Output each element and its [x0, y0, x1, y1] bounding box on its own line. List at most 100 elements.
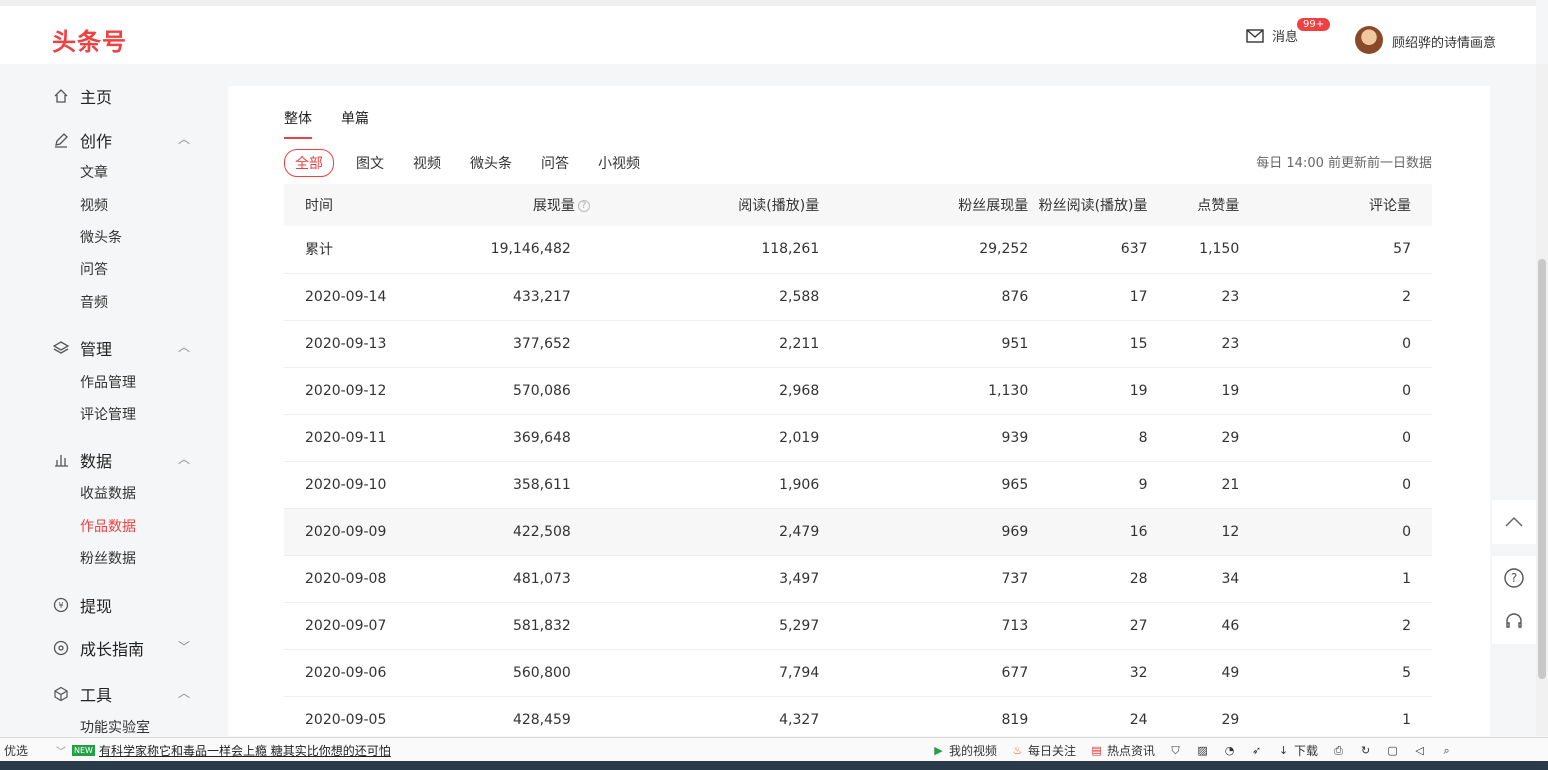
- table-cell: 34: [1147, 555, 1240, 603]
- print-icon[interactable]: ⎙: [1332, 744, 1345, 757]
- news-link[interactable]: 有科学家称它和毒品一样会上瘾 糖其实比你想的还可怕: [99, 742, 391, 759]
- speed-icon[interactable]: ◔: [1223, 744, 1236, 757]
- table-cell: 16: [1028, 508, 1148, 556]
- volume-icon[interactable]: ◁: [1413, 744, 1426, 757]
- sidebar-label: 成长指南: [80, 640, 145, 659]
- table-cell: 2,019: [589, 414, 820, 462]
- tab-single[interactable]: 单篇: [341, 108, 369, 139]
- table-cell: 49: [1147, 649, 1240, 697]
- table-cell: 9: [1028, 461, 1148, 509]
- refresh-icon[interactable]: ↻: [1359, 744, 1372, 757]
- sidebar-item-home[interactable]: 主页: [52, 84, 192, 108]
- table-cell: 1,906: [589, 461, 820, 509]
- browser-status-bar: 优选 ﹀ NEW 有科学家称它和毒品一样会上瘾 糖其实比你想的还可怕 ▶ 我的视频…: [0, 737, 1548, 761]
- sidebar-item-growth[interactable]: 成长指南 ﹀: [52, 636, 192, 660]
- my-video-button[interactable]: ▶ 我的视频: [932, 742, 997, 759]
- new-badge: NEW: [72, 745, 95, 756]
- my-video-label: 我的视频: [949, 744, 998, 758]
- avatar[interactable]: [1355, 26, 1383, 54]
- sidebar-item-manage[interactable]: 管理 ︿: [52, 336, 192, 360]
- col-comments: 评论量: [1239, 184, 1432, 226]
- table-header-row: 时间 展现量? 阅读(播放)量 粉丝展现量 粉丝阅读(播放)量 点赞量 评论量: [284, 184, 1432, 226]
- help-icon[interactable]: ?: [577, 200, 590, 212]
- logo[interactable]: 头条号: [52, 22, 127, 57]
- col-reads: 阅读(播放)量: [589, 184, 820, 226]
- table-row: 2020-09-06 560,800 7,794 677 32 49 5: [284, 649, 1432, 697]
- username[interactable]: 顾绍骅的诗情画意: [1392, 32, 1496, 51]
- table-cell: 5: [1239, 649, 1432, 697]
- tab-qa[interactable]: 问答: [541, 153, 569, 173]
- news-ticker[interactable]: ﹀ NEW 有科学家称它和毒品一样会上瘾 糖其实比你想的还可怕: [56, 742, 391, 759]
- back-to-top-button[interactable]: [1492, 500, 1536, 544]
- table-cell: 369,648: [436, 414, 590, 462]
- primary-tabs: 整体 单篇: [284, 108, 369, 139]
- messages-button[interactable]: 消息: [1246, 26, 1298, 45]
- sidebar-item-video[interactable]: 视频: [80, 195, 108, 215]
- question-icon[interactable]: ?: [1503, 567, 1525, 589]
- table-cell: 2: [1239, 602, 1432, 650]
- table-cell: 677: [819, 649, 1029, 697]
- sidebar-item-revenue-data[interactable]: 收益数据: [80, 483, 136, 503]
- table-cell: 2: [1239, 273, 1432, 321]
- coin-icon: ¥: [52, 596, 70, 614]
- image-icon[interactable]: ▨: [1196, 744, 1209, 757]
- hot-news-button[interactable]: ▤ 热点资讯: [1090, 742, 1155, 759]
- table-cell: 27: [1028, 602, 1148, 650]
- mail-icon: [1246, 28, 1264, 43]
- page-scrollbar[interactable]: [1536, 64, 1548, 736]
- table-cell: 2020-09-09: [284, 508, 437, 556]
- col-likes: 点赞量: [1147, 184, 1240, 226]
- tab-all[interactable]: 全部: [284, 149, 334, 177]
- sidebar-item-comment-manage[interactable]: 评论管理: [80, 404, 136, 424]
- tab-image-text[interactable]: 图文: [356, 153, 384, 173]
- col-impressions: 展现量?: [436, 184, 590, 226]
- table-row-total: 累计 19,146,482 118,261 29,252 637 1,150 57: [284, 226, 1432, 274]
- tab-overall[interactable]: 整体: [284, 108, 312, 139]
- layers-icon: [52, 339, 70, 357]
- sidebar-item-micro[interactable]: 微头条: [80, 227, 122, 247]
- table-cell: 0: [1239, 461, 1432, 509]
- col-fan-reads: 粉丝阅读(播放)量: [1028, 184, 1148, 226]
- table-cell: 1: [1239, 555, 1432, 603]
- table-cell: 118,261: [589, 226, 820, 274]
- table-cell: 23: [1147, 320, 1240, 368]
- scrollbar-thumb[interactable]: [1538, 259, 1546, 679]
- sidebar-item-works-data[interactable]: 作品数据: [80, 516, 136, 536]
- col-time: 时间: [284, 184, 437, 226]
- sidebar-item-article[interactable]: 文章: [80, 162, 108, 182]
- rocket-icon[interactable]: ➶: [1250, 744, 1263, 757]
- download-icon: ↓: [1278, 744, 1289, 757]
- table-cell: 2020-09-14: [284, 273, 437, 321]
- sidebar-item-qa[interactable]: 问答: [80, 259, 108, 279]
- table-cell: 1,150: [1147, 226, 1240, 274]
- sidebar-item-withdraw[interactable]: ¥ 提现: [52, 593, 192, 617]
- sidebar-item-tools[interactable]: 工具 ︿: [52, 682, 192, 706]
- sidebar-item-create[interactable]: 创作 ︿: [52, 128, 192, 152]
- sidebar-item-audio[interactable]: 音频: [80, 292, 108, 312]
- daily-follow-label: 每日关注: [1028, 744, 1077, 758]
- status-left-label[interactable]: 优选: [4, 742, 28, 759]
- table-cell: 19: [1147, 367, 1240, 415]
- sidebar-item-fans-data[interactable]: 粉丝数据: [80, 548, 136, 568]
- sidebar-item-works-manage[interactable]: 作品管理: [80, 372, 136, 392]
- sidebar-item-data[interactable]: 数据 ︿: [52, 448, 192, 472]
- table-cell: 737: [819, 555, 1029, 603]
- table-cell: 0: [1239, 508, 1432, 556]
- download-button[interactable]: ↓ 下载: [1277, 742, 1318, 759]
- sidebar-item-lab[interactable]: 功能实验室: [80, 717, 150, 737]
- shield-icon[interactable]: ⛉: [1169, 744, 1182, 757]
- search-icon[interactable]: ⌕: [1440, 744, 1453, 757]
- table-cell: 581,832: [436, 602, 590, 650]
- bar-chart-icon: [52, 451, 70, 469]
- compass-icon: [52, 639, 70, 657]
- tab-micro[interactable]: 微头条: [470, 153, 512, 173]
- table-cell: 428,459: [436, 696, 590, 744]
- headset-icon[interactable]: [1503, 611, 1525, 633]
- table-cell: 876: [819, 273, 1029, 321]
- daily-follow-button[interactable]: ♨ 每日关注: [1011, 742, 1076, 759]
- tab-short-video[interactable]: 小视频: [598, 153, 640, 173]
- chevron-up-icon: ︿: [178, 340, 191, 354]
- table-cell: 422,508: [436, 508, 590, 556]
- tab-video[interactable]: 视频: [413, 153, 441, 173]
- window-icon[interactable]: ▢: [1386, 744, 1399, 757]
